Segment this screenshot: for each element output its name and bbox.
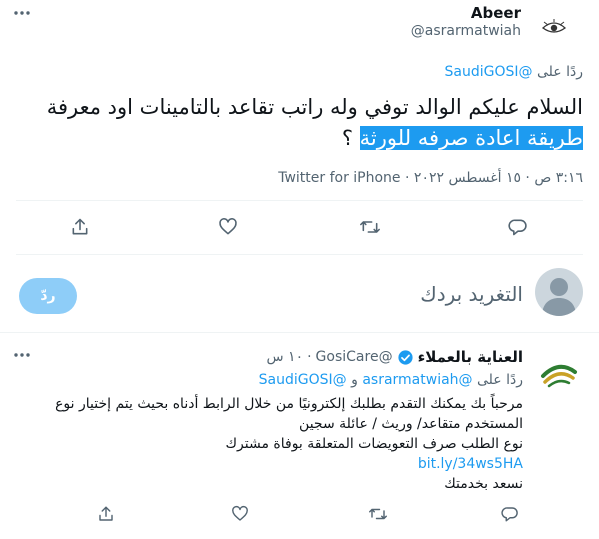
replying-to: ردًا على @asrarmatwiah و @SaudiGOSI (259, 372, 523, 388)
divider (16, 254, 583, 255)
avatar[interactable] (535, 350, 583, 398)
tweet-time[interactable]: ١٠ س (267, 349, 304, 365)
avatar[interactable] (535, 268, 583, 316)
reply-and: و (351, 372, 358, 388)
gosi-logo-icon (541, 364, 577, 388)
reply-prefix: ردًا على (537, 64, 583, 80)
reply-icon[interactable] (498, 207, 538, 247)
tweet-text-highlighted: طريقة اعادة صرفه للورثة (359, 126, 583, 150)
reply-to-mention[interactable]: @SaudiGOSI (259, 372, 347, 388)
tweet-link[interactable]: bit.ly/34ws5HA (13, 454, 523, 474)
more-icon[interactable] (12, 348, 32, 362)
tweet-text-end: ؟ (341, 126, 360, 150)
reply-icon[interactable] (490, 494, 530, 534)
share-icon[interactable] (60, 207, 100, 247)
reply-to-mention[interactable]: @SaudiGOSI (445, 64, 533, 80)
user-handle[interactable]: @asrarmatwiah (411, 23, 521, 39)
retweet-icon[interactable] (350, 207, 390, 247)
verified-badge-icon (397, 349, 414, 366)
replying-to: ردًا على @SaudiGOSI (445, 64, 583, 80)
reply-prefix: ردًا على (477, 372, 523, 388)
tweet-text-plain: السلام عليكم الوالد توفي وله راتب تقاعد … (46, 95, 583, 119)
reply-input[interactable]: التغريد بردك (93, 282, 523, 306)
tweet-text: مرحباً بك يمكنك التقدم بطلبك إلكترونيًا … (13, 394, 523, 494)
reply-button[interactable]: ردّ (19, 278, 77, 314)
avatar[interactable] (536, 10, 572, 46)
divider (0, 332, 599, 333)
like-icon[interactable] (220, 494, 260, 534)
more-icon[interactable] (12, 6, 32, 20)
display-name[interactable]: العناية بالعملاء (418, 348, 523, 366)
reply-header: العناية بالعملاء @GosiCare · ١٠ س (266, 348, 524, 366)
share-icon[interactable] (86, 494, 126, 534)
tweet-line: نسعد بخدمتك (444, 476, 523, 492)
reply-to-mention[interactable]: @asrarmatwiah (362, 372, 472, 388)
like-icon[interactable] (208, 207, 248, 247)
eye-drawing-icon (541, 19, 567, 33)
tweet-text: السلام عليكم الوالد توفي وله راتب تقاعد … (13, 92, 583, 154)
user-handle[interactable]: @GosiCare (316, 349, 393, 365)
tweet-line: نوع الطلب صرف التعويضات المتعلقة بوفاة م… (225, 436, 523, 452)
tweet-line: المستخدم متقاعد/ وريث / عائلة سجين (299, 416, 523, 432)
tweet-line: مرحباً بك يمكنك التقدم بطلبك إلكترونيًا … (55, 396, 523, 412)
default-avatar-icon (542, 278, 576, 316)
divider (16, 200, 583, 201)
tweet-meta[interactable]: ٣:١٦ ص · ١٥ أغسطس ٢٠٢٢ · Twitter for iPh… (278, 170, 583, 186)
display-name[interactable]: Abeer (471, 4, 521, 22)
retweet-icon[interactable] (358, 494, 398, 534)
